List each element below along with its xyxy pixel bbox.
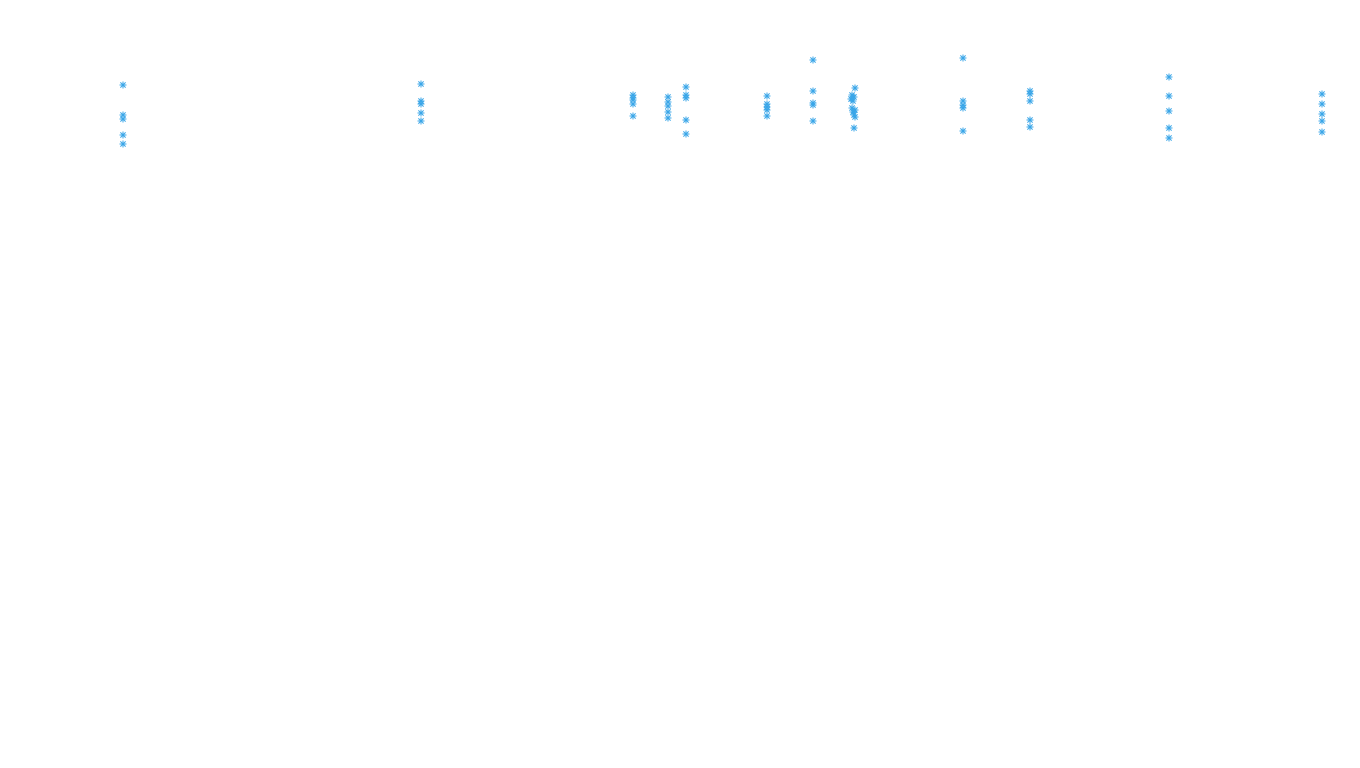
data-point — [664, 114, 672, 122]
data-point — [809, 87, 817, 95]
data-point — [1026, 116, 1034, 124]
data-point — [119, 131, 127, 139]
data-point — [629, 112, 637, 120]
data-point — [417, 100, 425, 108]
data-point — [1318, 90, 1326, 98]
plot-background — [0, 0, 1360, 768]
data-point — [809, 101, 817, 109]
plot-area — [0, 0, 1360, 768]
data-point — [629, 100, 637, 108]
data-point — [417, 117, 425, 125]
data-point — [1318, 117, 1326, 125]
data-point — [1165, 107, 1173, 115]
data-point — [1165, 124, 1173, 132]
data-point — [959, 104, 967, 112]
data-point — [119, 81, 127, 89]
data-point — [1165, 73, 1173, 81]
data-point — [664, 102, 672, 110]
data-point — [763, 106, 771, 114]
data-point — [959, 127, 967, 135]
data-point — [119, 115, 127, 123]
scatter-chart — [0, 0, 1360, 768]
data-point — [1026, 97, 1034, 105]
data-point — [1318, 128, 1326, 136]
data-point — [1026, 123, 1034, 131]
data-point — [682, 130, 690, 138]
data-point — [959, 54, 967, 62]
data-point — [664, 108, 672, 116]
data-point — [849, 97, 857, 105]
data-point — [1318, 100, 1326, 108]
data-point — [417, 109, 425, 117]
data-point — [417, 80, 425, 88]
data-point — [119, 140, 127, 148]
data-point — [682, 116, 690, 124]
data-point — [1318, 110, 1326, 118]
data-point — [851, 113, 859, 121]
data-point — [682, 83, 690, 91]
data-point — [763, 112, 771, 120]
data-point — [1026, 90, 1034, 98]
data-point — [809, 56, 817, 64]
data-point — [851, 84, 859, 92]
data-point — [809, 117, 817, 125]
data-point — [1165, 134, 1173, 142]
data-point — [850, 124, 858, 132]
data-point — [682, 94, 690, 102]
data-point — [1165, 92, 1173, 100]
data-point — [763, 92, 771, 100]
